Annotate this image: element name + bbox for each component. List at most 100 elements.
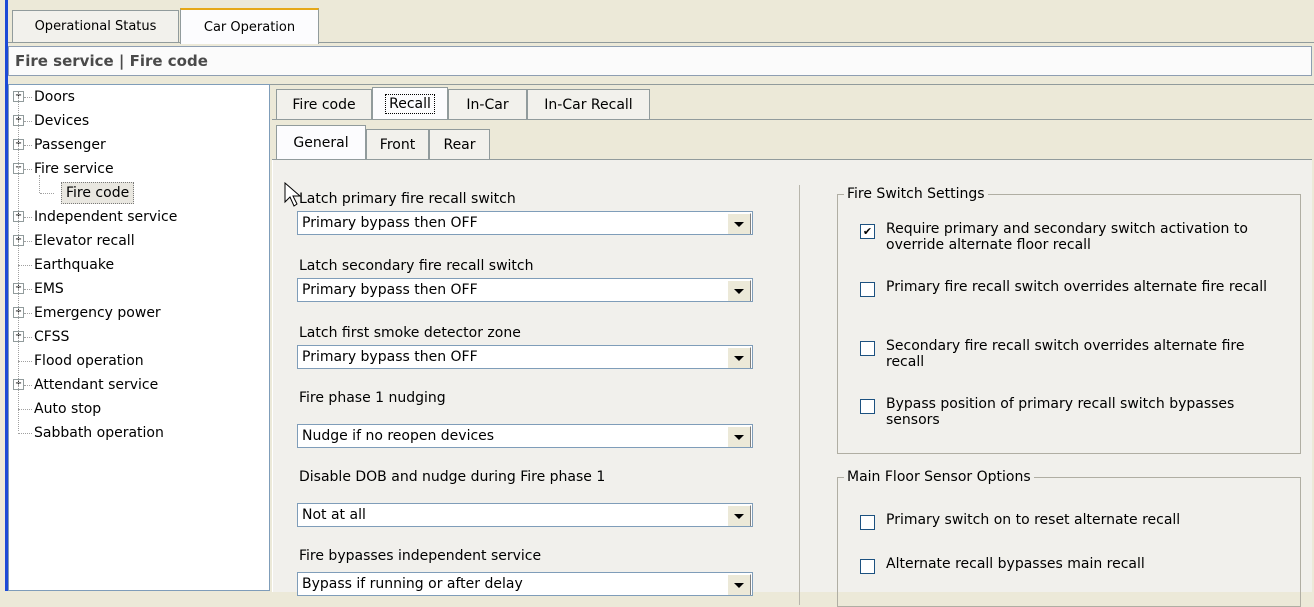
tree-connector bbox=[24, 97, 32, 98]
checkbox-label: Secondary fire recall switch overrides a… bbox=[886, 338, 1245, 370]
dropdown-button[interactable] bbox=[727, 574, 751, 595]
tab-operational-status[interactable]: Operational Status bbox=[12, 10, 179, 42]
tab-label: General bbox=[293, 135, 349, 151]
tab-label: Recall bbox=[385, 94, 435, 114]
latch-primary-select[interactable]: Primary bypass then OFF bbox=[297, 211, 753, 235]
checkbox[interactable] bbox=[860, 282, 875, 297]
tab-fire-code[interactable]: Fire code bbox=[276, 89, 372, 119]
tree-item-label: Flood operation bbox=[34, 353, 144, 369]
checkbox-label: Require primary and secondary switch act… bbox=[886, 221, 1248, 253]
tree-item-label: Sabbath operation bbox=[34, 425, 164, 441]
tab-car-operation[interactable]: Car Operation bbox=[180, 8, 319, 44]
general-settings-form: Latch primary fire recall switch Primary… bbox=[272, 160, 1312, 607]
chevron-down-icon bbox=[734, 221, 744, 227]
checkbox-label: Primary switch on to reset alternate rec… bbox=[886, 512, 1181, 528]
tab-label: Car Operation bbox=[203, 19, 296, 35]
chevron-down-icon bbox=[734, 288, 744, 294]
tree-connector bbox=[24, 145, 32, 146]
checkbox-primary-switch-reset[interactable]: Primary switch on to reset alternate rec… bbox=[860, 512, 1276, 530]
tree-item-label: Fire service bbox=[34, 161, 114, 177]
dropdown-button[interactable] bbox=[727, 280, 751, 301]
tab-label: Front bbox=[379, 136, 416, 153]
checkbox-secondary-overrides-alternate[interactable]: Secondary fire recall switch overrides a… bbox=[860, 338, 1276, 370]
dropdown-button[interactable] bbox=[727, 426, 751, 447]
tree-connector bbox=[24, 169, 32, 170]
main-floor-sensor-options-group: Main Floor Sensor Options Primary switch… bbox=[837, 469, 1301, 607]
tab-label: Rear bbox=[443, 136, 476, 153]
field-label-disable-dob: Disable DOB and nudge during Fire phase … bbox=[299, 469, 606, 485]
tab-front[interactable]: Front bbox=[366, 129, 429, 159]
tab-label: In-Car bbox=[466, 96, 509, 113]
dropdown-button[interactable] bbox=[727, 347, 751, 368]
tree-connector bbox=[24, 337, 32, 338]
chevron-down-icon bbox=[734, 513, 744, 519]
column-divider bbox=[799, 185, 800, 605]
tree-connector bbox=[24, 313, 32, 314]
disable-dob-select[interactable]: Not at all bbox=[297, 503, 753, 527]
tree-item-label: Devices bbox=[34, 113, 90, 129]
select-value: Not at all bbox=[302, 507, 366, 523]
tree-connector bbox=[24, 217, 32, 218]
tree-item-label: Doors bbox=[34, 89, 75, 105]
tab-label: In-Car Recall bbox=[544, 96, 633, 113]
checkbox[interactable]: ✔ bbox=[860, 224, 875, 239]
fire-bypasses-independent-select[interactable]: Bypass if running or after delay bbox=[297, 572, 753, 596]
tree-item-label: Fire code bbox=[61, 182, 135, 204]
tree-trunk-line bbox=[18, 93, 19, 431]
group-title: Main Floor Sensor Options bbox=[844, 469, 1034, 485]
select-value: Primary bypass then OFF bbox=[302, 215, 478, 231]
latch-secondary-select[interactable]: Primary bypass then OFF bbox=[297, 278, 753, 302]
chevron-down-icon bbox=[734, 582, 744, 588]
chevron-down-icon bbox=[734, 355, 744, 361]
checkbox-primary-overrides-alternate[interactable]: Primary fire recall switch overrides alt… bbox=[860, 279, 1276, 297]
select-value: Primary bypass then OFF bbox=[302, 349, 478, 365]
tree-item-label: CFSS bbox=[34, 329, 70, 345]
dropdown-button[interactable] bbox=[727, 505, 751, 526]
tree-connector bbox=[18, 433, 32, 434]
tree-connector bbox=[24, 385, 32, 386]
field-label-fire-bypasses-independent: Fire bypasses independent service bbox=[299, 548, 542, 564]
tree-item-label: Passenger bbox=[34, 137, 106, 153]
select-value: Bypass if running or after delay bbox=[302, 576, 523, 592]
group-title: Fire Switch Settings bbox=[844, 186, 988, 202]
checkbox[interactable] bbox=[860, 515, 875, 530]
tree-item-label: Auto stop bbox=[34, 401, 102, 417]
field-label-latch-smoke: Latch first smoke detector zone bbox=[299, 325, 521, 341]
checkbox-label: Alternate recall bypasses main recall bbox=[886, 556, 1145, 572]
tab-in-car[interactable]: In-Car bbox=[448, 89, 527, 119]
chevron-down-icon bbox=[734, 434, 744, 440]
tree-item-label: Elevator recall bbox=[34, 233, 135, 249]
tab-recall[interactable]: Recall bbox=[372, 87, 448, 120]
tab-general[interactable]: General bbox=[276, 125, 366, 160]
tree-connector bbox=[18, 265, 32, 266]
latch-smoke-select[interactable]: Primary bypass then OFF bbox=[297, 345, 753, 369]
tab-in-car-recall[interactable]: In-Car Recall bbox=[527, 89, 650, 119]
checkbox-label: Bypass position of primary recall switch… bbox=[886, 396, 1235, 428]
subtab-rule bbox=[272, 119, 1312, 120]
checkbox[interactable] bbox=[860, 341, 875, 356]
tree-item-label: Independent service bbox=[34, 209, 178, 225]
tree-connector bbox=[18, 361, 32, 362]
tree-item-label: Emergency power bbox=[34, 305, 161, 321]
tree-connector bbox=[24, 241, 32, 242]
checkbox-label: Primary fire recall switch overrides alt… bbox=[886, 279, 1267, 295]
fire-phase-nudging-select[interactable]: Nudge if no reopen devices bbox=[297, 424, 753, 448]
tab-label: Fire code bbox=[292, 96, 356, 113]
select-value: Primary bypass then OFF bbox=[302, 282, 478, 298]
select-value: Nudge if no reopen devices bbox=[302, 428, 495, 444]
tree-item-label: Attendant service bbox=[34, 377, 159, 393]
page-title: Fire service | Fire code bbox=[8, 46, 1312, 76]
checkbox[interactable] bbox=[860, 399, 875, 414]
tree-item-label: EMS bbox=[34, 281, 64, 297]
navigation-tree[interactable]: + Doors + Devices + Passenger − Fire ser… bbox=[8, 84, 270, 591]
dropdown-button[interactable] bbox=[727, 213, 751, 234]
field-label-latch-secondary: Latch secondary fire recall switch bbox=[299, 258, 534, 274]
checkbox-alternate-bypasses-main[interactable]: Alternate recall bypasses main recall bbox=[860, 556, 1276, 574]
window-left-edge bbox=[0, 0, 8, 591]
checkbox[interactable] bbox=[860, 559, 875, 574]
checkbox-bypass-primary-sensors[interactable]: Bypass position of primary recall switch… bbox=[860, 396, 1276, 428]
fire-switch-settings-group: Fire Switch Settings ✔ Require primary a… bbox=[837, 186, 1301, 454]
field-label-latch-primary: Latch primary fire recall switch bbox=[299, 191, 516, 207]
checkbox-require-primary-secondary[interactable]: ✔ Require primary and secondary switch a… bbox=[860, 221, 1276, 253]
tab-rear[interactable]: Rear bbox=[429, 129, 490, 159]
